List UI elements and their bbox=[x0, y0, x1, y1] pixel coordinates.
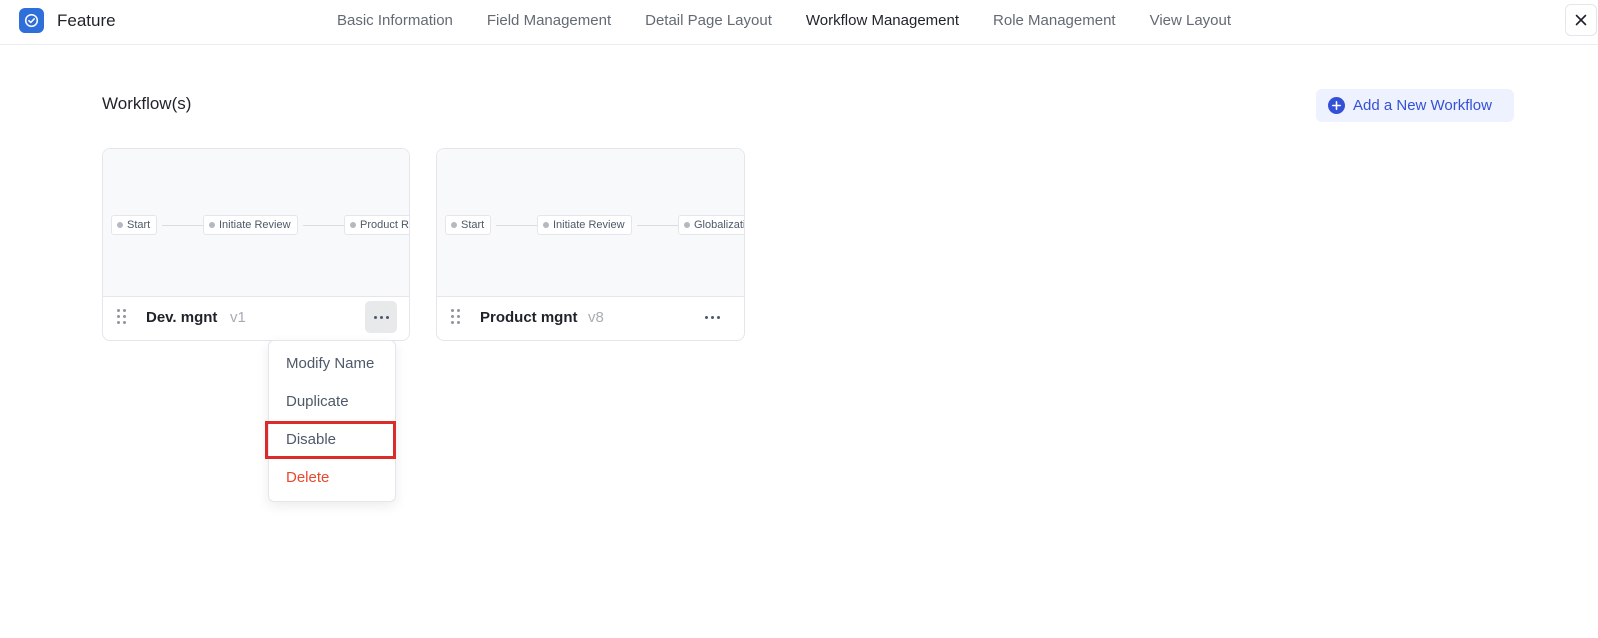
workflow-preview: Start Initiate Review Product Re bbox=[103, 149, 409, 297]
workflow-edge bbox=[162, 225, 203, 226]
tab-workflow-management[interactable]: Workflow Management bbox=[789, 0, 976, 44]
workflow-edge bbox=[496, 225, 537, 226]
close-icon bbox=[1575, 14, 1587, 26]
workflow-card[interactable]: Start Initiate Review Globalizati Produc… bbox=[436, 148, 745, 341]
top-header: Feature Basic Information Field Manageme… bbox=[0, 0, 1598, 45]
tab-detail-page-layout[interactable]: Detail Page Layout bbox=[628, 0, 789, 44]
workflow-node: Globalizati bbox=[678, 215, 744, 235]
workflow-edge bbox=[303, 225, 344, 226]
close-button[interactable] bbox=[1565, 4, 1597, 36]
workflow-node: Start bbox=[111, 215, 158, 235]
workflow-node: Initiate Review bbox=[203, 215, 298, 235]
tab-view-layout[interactable]: View Layout bbox=[1133, 0, 1248, 44]
tab-basic-information[interactable]: Basic Information bbox=[320, 0, 470, 44]
tab-bar: Basic Information Field Management Detai… bbox=[320, 0, 1248, 44]
menu-item-delete[interactable]: Delete bbox=[269, 459, 395, 497]
drag-handle-icon[interactable] bbox=[117, 309, 129, 325]
section-title: Workflow(s) bbox=[102, 94, 192, 113]
menu-item-duplicate[interactable]: Duplicate bbox=[269, 383, 395, 421]
tab-role-management[interactable]: Role Management bbox=[976, 0, 1133, 44]
workflow-name: Dev. mgnt bbox=[146, 309, 218, 326]
more-options-button[interactable] bbox=[365, 301, 397, 333]
workflow-card[interactable]: Start Initiate Review Product Re Dev. mg… bbox=[102, 148, 410, 341]
app-logo-icon bbox=[19, 8, 44, 33]
more-options-button[interactable] bbox=[696, 301, 728, 333]
workflow-preview: Start Initiate Review Globalizati bbox=[437, 149, 744, 297]
menu-item-disable[interactable]: Disable bbox=[269, 421, 395, 459]
workflow-node: Start bbox=[445, 215, 492, 235]
app-title: Feature bbox=[57, 11, 116, 30]
workflow-node: Product Re bbox=[344, 215, 409, 235]
tab-field-management[interactable]: Field Management bbox=[470, 0, 628, 44]
menu-item-modify-name[interactable]: Modify Name bbox=[269, 345, 395, 383]
workflow-options-menu: Modify Name Duplicate Disable Delete bbox=[268, 340, 396, 502]
workflow-edge bbox=[637, 225, 678, 226]
workflow-version: v8 bbox=[588, 309, 604, 326]
add-workflow-button[interactable]: Add a New Workflow bbox=[1316, 89, 1514, 122]
drag-handle-icon[interactable] bbox=[451, 309, 463, 325]
workflow-name: Product mgnt bbox=[480, 309, 578, 326]
workflow-version: v1 bbox=[230, 309, 246, 326]
add-workflow-label: Add a New Workflow bbox=[1353, 97, 1492, 114]
plus-circle-icon bbox=[1328, 97, 1345, 114]
workflow-node: Initiate Review bbox=[537, 215, 632, 235]
